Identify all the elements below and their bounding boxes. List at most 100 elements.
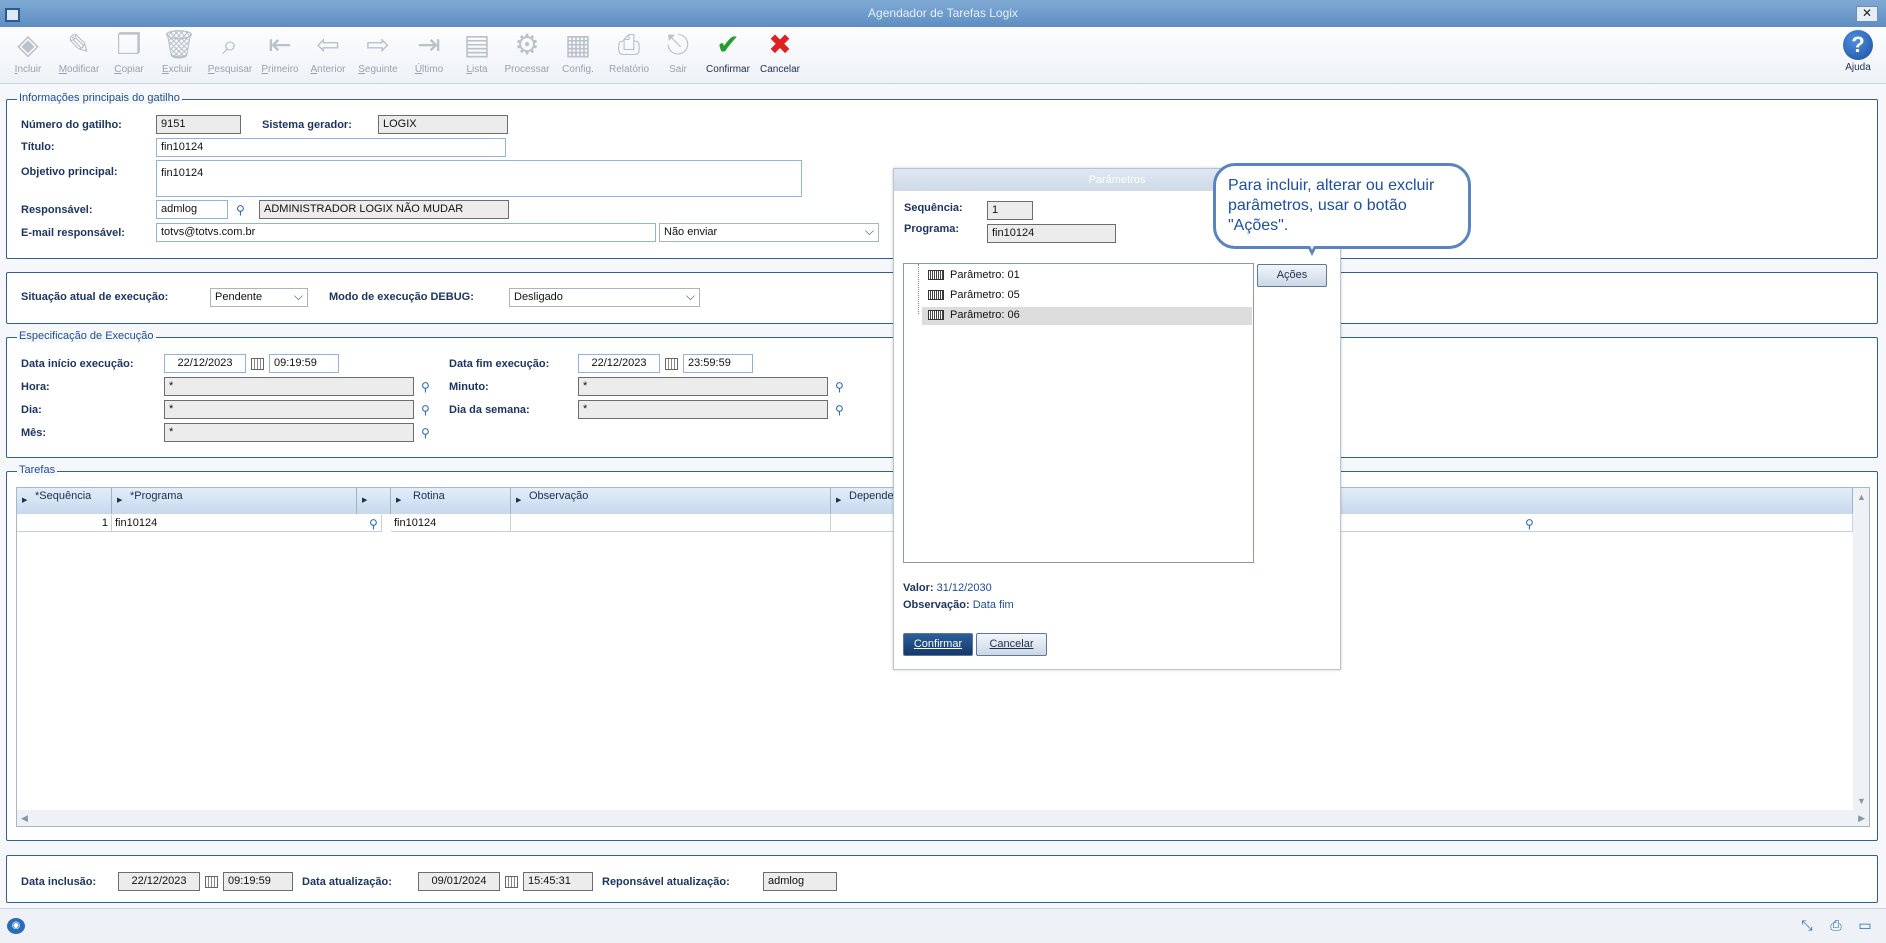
calendar-icon[interactable] (665, 358, 678, 370)
search-icon[interactable]: ⚲ (1525, 517, 1539, 531)
dia-field[interactable]: * (164, 400, 414, 419)
parameter-icon (928, 290, 944, 300)
toolbar-button-modificar[interactable]: ✎ Modificar (54, 29, 104, 75)
toolbar-button-sair[interactable]: ⎋ Sair (653, 29, 703, 75)
dia-label: Dia: (21, 404, 42, 416)
minuto-field[interactable]: * (578, 377, 828, 396)
horizontal-scrollbar[interactable]: ◀ ▶ (17, 810, 1869, 826)
toolbar-label-accesskey: E (161, 64, 169, 75)
search-icon[interactable]: ⚲ (236, 203, 250, 217)
search-icon[interactable]: ⚲ (369, 517, 383, 531)
help-button[interactable]: ? Ajuda (1838, 30, 1878, 73)
scroll-up-icon[interactable]: ▲ (1857, 492, 1866, 502)
toolbar-button-confirmar[interactable]: ✔ Confirmar (703, 29, 753, 75)
inicio-time-field[interactable]: 09:19:59 (269, 354, 339, 373)
tree-node-label: Parâmetro: 05 (950, 289, 1020, 301)
toolbar-button-excluir[interactable]: 🗑 Excluir (152, 29, 202, 75)
resp-atualizacao-field: admlog (763, 872, 837, 891)
toolbar-button-copiar[interactable]: ❐ Copiar (104, 29, 154, 75)
observacao-value: Data fim (972, 599, 1014, 611)
calendar-icon[interactable] (251, 358, 264, 370)
inclusao-label: Data inclusão: (21, 876, 97, 888)
resp-atualizacao-label: Reponsável atualização: (602, 876, 730, 888)
toolbar-icon-10: ⚙ (514, 29, 540, 60)
cell-programa[interactable]: fin10124 (112, 515, 382, 532)
tree-node-parametro[interactable]: Parâmetro: 01 (922, 267, 1252, 285)
inicio-date-field[interactable]: 22/12/2023 (164, 354, 246, 373)
email-field[interactable]: totvs@totvs.com.br (156, 223, 656, 242)
search-icon[interactable]: ⚲ (835, 403, 849, 417)
search-icon[interactable]: ⚲ (421, 426, 435, 440)
dialog-sequencia-field: 1 (987, 201, 1033, 220)
calendar-icon[interactable] (505, 876, 518, 888)
toolbar-button-processar[interactable]: ⚙ Processar (502, 29, 552, 75)
dialog-cancelar-button[interactable]: Cancelar (976, 633, 1047, 656)
parameter-icon (928, 310, 944, 320)
calendar-icon[interactable] (205, 876, 218, 888)
numero-label: Número do gatilho: (21, 119, 122, 131)
status-bar: ◉ ⤡ ⎙ ▭ (0, 908, 1886, 943)
toolbar-button-relat-rio[interactable]: ⎙ Relatório (604, 29, 654, 75)
toolbar-button-pesquisar[interactable]: ⌕ Pesquisar (205, 29, 255, 75)
column-header-rotina[interactable]: Rotina (391, 488, 511, 514)
tree-node-parametro[interactable]: Parâmetro: 06 (922, 307, 1252, 325)
email-option-select[interactable]: Não enviar (659, 223, 879, 242)
toolbar-button-seguinte[interactable]: ⇨ Seguinte (353, 29, 403, 75)
toolbar-button-cancelar[interactable]: ✖ Cancelar (755, 29, 805, 75)
toolbar-button--ltimo[interactable]: ⇥ Último (404, 29, 454, 75)
close-window-button[interactable]: ✕ (1856, 6, 1878, 22)
search-icon[interactable]: ⚲ (835, 380, 849, 394)
email-label: E-mail responsável: (21, 227, 125, 239)
scroll-down-icon[interactable]: ▼ (1857, 796, 1866, 806)
dialog-confirmar-button[interactable]: Confirmar (903, 633, 973, 656)
inclusao-time-field: 09:19:59 (223, 872, 293, 891)
objetivo-field[interactable]: fin10124 (156, 160, 802, 197)
mes-label: Mês: (21, 427, 47, 439)
execucao-legend: Especificação de Execução (17, 330, 156, 342)
chat-icon[interactable]: ▭ (1856, 917, 1874, 933)
dia-semana-field[interactable]: * (578, 400, 828, 419)
callout-tail-inner (1305, 235, 1319, 250)
status-globe-icon[interactable]: ◉ (7, 918, 25, 934)
resize-icon[interactable]: ⤡ (1798, 917, 1816, 933)
toolbar-button-anterior[interactable]: ⇦ Anterior (303, 29, 353, 75)
print-icon[interactable]: ⎙ (1827, 917, 1845, 933)
mes-field[interactable]: * (164, 423, 414, 442)
scroll-left-icon[interactable]: ◀ (21, 813, 28, 824)
atualizacao-time-field: 15:45:31 (523, 872, 593, 891)
search-icon[interactable]: ⚲ (421, 403, 435, 417)
toolbar-button-incluir[interactable]: ◈ Incluir (3, 29, 53, 75)
fim-date-field[interactable]: 22/12/2023 (578, 354, 660, 373)
toolbar-button-config[interactable]: ▦ Config. (553, 29, 603, 75)
column-header-sequencia[interactable]: *Sequência (17, 488, 112, 514)
inicio-label: Data início execução: (21, 358, 134, 370)
toolbar-icon-9: ▤ (463, 29, 491, 60)
objetivo-label: Objetivo principal: (21, 166, 118, 178)
cell-observacao[interactable] (511, 515, 831, 532)
sistema-field[interactable]: LOGIX (378, 115, 508, 134)
tree-node-parametro[interactable]: Parâmetro: 05 (922, 287, 1252, 305)
fim-time-field[interactable]: 23:59:59 (683, 354, 753, 373)
toolbar-label: Pesquisar (208, 64, 252, 75)
scroll-right-icon[interactable]: ▶ (1858, 813, 1865, 824)
toolbar-button-lista[interactable]: ▤ Lista (452, 29, 502, 75)
numero-field[interactable]: 9151 (156, 115, 241, 134)
cell-sequencia[interactable]: 1 (17, 515, 112, 532)
inclusao-date-field: 22/12/2023 (118, 872, 200, 891)
titulo-field[interactable]: fin10124 (156, 138, 506, 157)
toolbar-label-rest: esquisar (214, 64, 253, 75)
toolbar-button-primeiro[interactable]: ⇤ Primeiro (255, 29, 305, 75)
toolbar-icon-1: ✎ (67, 29, 91, 60)
close-icon: ✕ (1861, 6, 1873, 20)
situacao-select[interactable]: Pendente (210, 288, 308, 307)
debug-select[interactable]: Desligado (509, 288, 700, 307)
search-icon[interactable]: ⚲ (421, 380, 435, 394)
cell-rotina[interactable]: fin10124 (391, 515, 511, 532)
column-header-programa[interactable]: *Programa (112, 488, 357, 514)
responsavel-code-field[interactable]: admlog (156, 200, 228, 219)
vertical-scrollbar[interactable]: ▲ ▼ (1853, 488, 1869, 810)
hora-field[interactable]: * (164, 377, 414, 396)
column-header-observacao[interactable]: Observação (511, 488, 831, 514)
acoes-button[interactable]: Ações (1257, 264, 1327, 287)
toolbar-label-accesskey: M (58, 64, 68, 75)
